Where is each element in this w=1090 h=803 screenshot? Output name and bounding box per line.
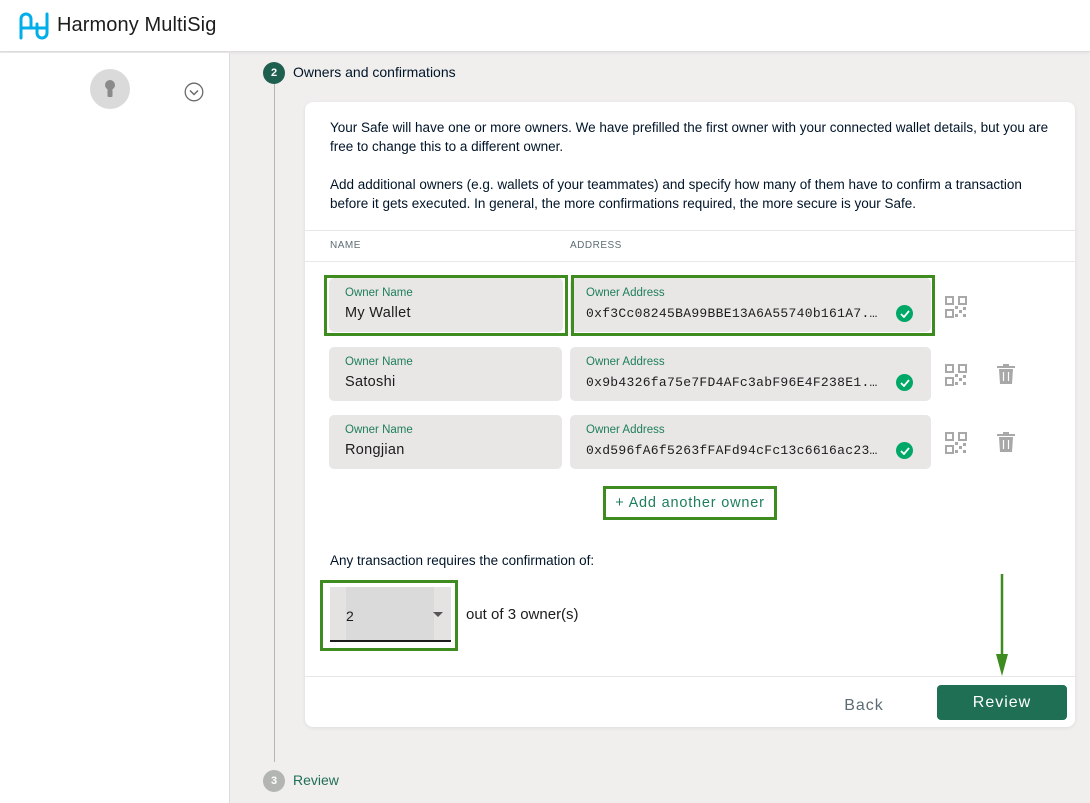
review-button[interactable]: Review bbox=[937, 685, 1067, 720]
valid-check-icon bbox=[896, 305, 913, 322]
threshold-value: 2 bbox=[346, 608, 354, 624]
sidebar bbox=[0, 53, 230, 803]
owner-address-field[interactable]: Owner Address 0x9b4326fa75e7FD4AFc3abF96… bbox=[570, 347, 931, 401]
dropdown-caret-icon bbox=[433, 612, 443, 617]
owner-name-field[interactable]: Owner Name My Wallet bbox=[329, 278, 563, 332]
top-bar: Harmony MultiSig bbox=[0, 0, 1090, 52]
owner-name-value: Satoshi bbox=[345, 374, 396, 390]
highlight-threshold-select: 2 bbox=[320, 580, 458, 651]
threshold-suffix: out of 3 owner(s) bbox=[466, 606, 579, 623]
step-3-label[interactable]: Review bbox=[293, 772, 339, 788]
owner-name-label: Owner Name bbox=[345, 424, 413, 436]
column-header-address: ADDRESS bbox=[570, 240, 622, 251]
harmony-logo-icon[interactable] bbox=[17, 10, 51, 42]
owner-name-label: Owner Name bbox=[345, 287, 413, 299]
stepper-connector bbox=[274, 84, 275, 762]
owner-name-label: Owner Name bbox=[345, 356, 413, 368]
step-2-indicator: 2 bbox=[263, 62, 285, 84]
owner-address-value: 0x9b4326fa75e7FD4AFc3abF96E4F238E1... bbox=[586, 375, 881, 390]
qr-code-icon[interactable] bbox=[945, 364, 967, 386]
owner-name-value: Rongjian bbox=[345, 442, 405, 458]
owner-name-field[interactable]: Owner Name Satoshi bbox=[329, 347, 562, 401]
owner-address-field[interactable]: Owner Address 0xf3Cc08245BA99BBE13A6A557… bbox=[570, 278, 931, 332]
valid-check-icon bbox=[896, 442, 913, 459]
threshold-select[interactable]: 2 bbox=[330, 587, 451, 642]
confirmation-prompt: Any transaction requires the confirmatio… bbox=[330, 553, 595, 568]
brand-name: Harmony MultiSig bbox=[57, 14, 217, 36]
owner-name-value: My Wallet bbox=[345, 305, 411, 321]
arrow-down-annotation-icon bbox=[996, 574, 1008, 676]
back-button[interactable]: Back bbox=[825, 690, 903, 722]
owners-card: Your Safe will have one or more owners. … bbox=[305, 102, 1075, 727]
footer-divider bbox=[305, 676, 1075, 677]
qr-code-icon[interactable] bbox=[945, 432, 967, 454]
trash-icon[interactable] bbox=[997, 432, 1015, 452]
qr-code-icon[interactable] bbox=[945, 296, 967, 318]
owner-address-value: 0xf3Cc08245BA99BBE13A6A55740b161A7... bbox=[586, 306, 881, 321]
trash-icon[interactable] bbox=[997, 364, 1015, 384]
wallet-avatar[interactable] bbox=[90, 69, 130, 109]
add-owner-button[interactable]: + Add another owner bbox=[603, 486, 777, 520]
owner-address-label: Owner Address bbox=[586, 356, 665, 368]
valid-check-icon bbox=[896, 374, 913, 391]
keyhole-icon bbox=[105, 80, 115, 97]
intro-paragraph-2: Add additional owners (e.g. wallets of y… bbox=[330, 177, 1022, 211]
owners-table-header: NAME ADDRESS bbox=[305, 230, 1075, 262]
owner-address-label: Owner Address bbox=[586, 287, 665, 299]
threshold-select-focus bbox=[346, 587, 434, 640]
owner-address-value: 0xd596fA6f5263fFAFd94cFc13c6616ac23... bbox=[586, 443, 881, 458]
owner-name-field[interactable]: Owner Name Rongjian bbox=[329, 415, 562, 469]
chevron-down-icon[interactable] bbox=[184, 82, 204, 102]
owner-address-field[interactable]: Owner Address 0xd596fA6f5263fFAFd94cFc13… bbox=[570, 415, 931, 469]
step-3-indicator: 3 bbox=[263, 770, 285, 792]
intro-paragraph-1: Your Safe will have one or more owners. … bbox=[330, 120, 1049, 154]
column-header-name: NAME bbox=[330, 240, 361, 251]
owner-address-label: Owner Address bbox=[586, 424, 665, 436]
step-2-label: Owners and confirmations bbox=[293, 64, 456, 80]
